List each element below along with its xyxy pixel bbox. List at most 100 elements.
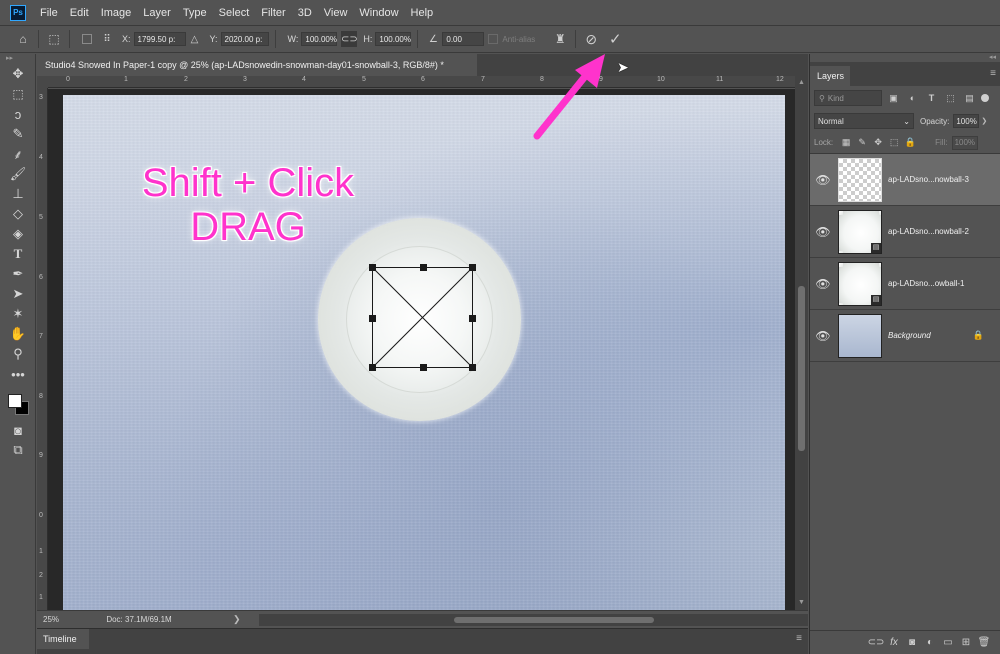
lasso-tool-icon[interactable]: ↄ bbox=[4, 104, 32, 124]
link-layers-icon[interactable]: ⊂⊃ bbox=[867, 637, 885, 648]
zoom-level[interactable]: 25% bbox=[37, 615, 76, 624]
blend-mode-select[interactable]: Normal ⌄ bbox=[814, 113, 914, 129]
screen-mode-icon[interactable]: ⧉ bbox=[4, 440, 32, 460]
visibility-eye-icon[interactable]: 👁 bbox=[810, 225, 836, 239]
quick-mask-icon[interactable]: ◙ bbox=[4, 420, 32, 440]
color-swatch[interactable] bbox=[4, 388, 32, 416]
lock-position-icon[interactable]: ✥ bbox=[871, 136, 885, 150]
horizontal-scroll-thumb[interactable] bbox=[453, 616, 654, 623]
cancel-icon[interactable]: ⊘ bbox=[582, 30, 600, 48]
menu-select[interactable]: Select bbox=[219, 7, 250, 19]
menu-help[interactable]: Help bbox=[411, 7, 434, 19]
reference-point-icon[interactable]: ⠿ bbox=[98, 30, 116, 48]
image-filter-icon[interactable]: ▣ bbox=[886, 91, 901, 106]
horizontal-scrollbar[interactable] bbox=[258, 613, 808, 626]
visibility-eye-icon[interactable]: 👁 bbox=[810, 329, 836, 343]
smart-object-filter-icon[interactable]: ▤ bbox=[962, 91, 977, 106]
visibility-eye-icon[interactable]: 👁 bbox=[810, 173, 836, 187]
more-tools-icon[interactable]: ••• bbox=[4, 364, 32, 384]
collapse-arrows-icon[interactable]: ◂◂ bbox=[810, 54, 1000, 62]
layer-name[interactable]: ap-LADsno...nowball-2 bbox=[888, 227, 969, 236]
vertical-ruler[interactable]: 3 4 5 6 7 8 9 0 1 2 1 bbox=[37, 88, 48, 610]
layer-name[interactable]: Background bbox=[888, 331, 931, 340]
lock-artboard-icon[interactable]: ⬚ bbox=[887, 136, 901, 150]
type-filter-icon[interactable]: T bbox=[924, 91, 939, 106]
scroll-up-icon[interactable]: ▲ bbox=[797, 78, 806, 88]
layer-name[interactable]: ap-LADsno...nowball-3 bbox=[888, 175, 969, 184]
warp-icon[interactable]: ♜ bbox=[551, 30, 569, 48]
lock-all-icon[interactable]: 🔒 bbox=[903, 136, 917, 150]
eraser-tool-icon[interactable]: ◇ bbox=[4, 204, 32, 224]
transform-handle-middle-left[interactable] bbox=[369, 315, 376, 322]
link-icon[interactable]: ⊂⊃ bbox=[341, 31, 358, 47]
kind-filter-select[interactable]: ⚲ Kind bbox=[814, 90, 882, 106]
menu-layer[interactable]: Layer bbox=[143, 7, 171, 19]
hand-tool-icon[interactable]: ✋ bbox=[4, 324, 32, 344]
fill-field[interactable]: 100% bbox=[951, 135, 978, 150]
transform-handle-top-center[interactable] bbox=[420, 264, 427, 271]
marquee-tool-icon[interactable]: ⬚ bbox=[4, 84, 32, 104]
width-field[interactable]: 100.00% bbox=[301, 32, 338, 46]
transform-mode-icon[interactable]: ⬚ bbox=[45, 30, 63, 48]
opacity-dropdown-icon[interactable]: ❯ bbox=[981, 117, 987, 125]
fx-icon[interactable]: fx bbox=[885, 637, 903, 648]
scroll-down-icon[interactable]: ▼ bbox=[797, 598, 806, 608]
new-layer-icon[interactable]: ⊞ bbox=[957, 637, 975, 648]
horizontal-ruler[interactable]: 0 1 2 3 4 5 6 7 8 9 10 11 12 bbox=[48, 76, 795, 88]
y-position-field[interactable]: 2020.00 p: bbox=[220, 32, 269, 46]
transform-handle-top-left[interactable] bbox=[369, 264, 376, 271]
paint-bucket-tool-icon[interactable]: ◈ bbox=[4, 224, 32, 244]
panel-menu-icon[interactable]: ≡ bbox=[796, 633, 802, 644]
lock-image-icon[interactable]: ✎ bbox=[855, 136, 869, 150]
menu-file[interactable]: File bbox=[40, 7, 58, 19]
menu-window[interactable]: Window bbox=[359, 7, 398, 19]
antialias-option[interactable]: Anti-alias bbox=[488, 34, 535, 44]
layer-row-snowball-2[interactable]: 👁 ▤ ap-LADsno...nowball-2 bbox=[810, 206, 1000, 258]
zoom-tool-icon[interactable]: ⚲ bbox=[4, 344, 32, 364]
quick-select-tool-icon[interactable]: ✎ bbox=[4, 124, 32, 144]
vertical-scrollbar[interactable]: ▲ ▼ bbox=[795, 76, 808, 610]
canvas-workspace[interactable]: Shift + Click DRAG bbox=[48, 89, 795, 610]
path-select-tool-icon[interactable]: ➤ bbox=[4, 284, 32, 304]
pen-tool-icon[interactable]: ✒ bbox=[4, 264, 32, 284]
angle-field[interactable]: 0.00 bbox=[442, 32, 485, 46]
menu-3d[interactable]: 3D bbox=[298, 7, 312, 19]
document-tab[interactable]: Studio4 Snowed In Paper-1 copy @ 25% (ap… bbox=[37, 54, 477, 76]
photoshop-logo-icon[interactable]: Ps bbox=[10, 4, 26, 21]
opacity-field[interactable]: 100% bbox=[953, 114, 980, 128]
transform-handle-bottom-right[interactable] bbox=[469, 364, 476, 371]
menu-edit[interactable]: Edit bbox=[70, 7, 89, 19]
new-group-icon[interactable]: ▭ bbox=[939, 637, 957, 648]
custom-shape-tool-icon[interactable]: ✶ bbox=[4, 304, 32, 324]
transform-bounding-box[interactable] bbox=[369, 264, 476, 371]
layer-row-snowball-3[interactable]: 👁 ap-LADsno...nowball-3 bbox=[810, 154, 1000, 206]
transform-handle-bottom-center[interactable] bbox=[420, 364, 427, 371]
transform-handle-top-right[interactable] bbox=[469, 264, 476, 271]
foreground-color[interactable] bbox=[8, 394, 22, 408]
layer-row-background[interactable]: 👁 Background 🔒 bbox=[810, 310, 1000, 362]
antialias-checkbox[interactable] bbox=[488, 34, 499, 44]
panel-menu-icon[interactable]: ≡ bbox=[990, 68, 996, 79]
move-tool-icon[interactable]: ✥ bbox=[4, 64, 32, 84]
layer-row-snowball-1[interactable]: 👁 ▤ ap-LADsno...owball-1 bbox=[810, 258, 1000, 310]
stamp-tool-icon[interactable]: ⊥ bbox=[4, 184, 32, 204]
filter-toggle[interactable] bbox=[981, 94, 989, 102]
delta-y-icon[interactable]: △ bbox=[186, 30, 204, 48]
brush-tool-icon[interactable]: 🖌 bbox=[4, 164, 32, 184]
menu-type[interactable]: Type bbox=[183, 7, 207, 19]
menu-filter[interactable]: Filter bbox=[261, 7, 285, 19]
adjustment-filter-icon[interactable]: ◐ bbox=[905, 91, 920, 106]
x-position-field[interactable]: 1799.50 p: bbox=[133, 32, 186, 46]
eyedropper-tool-icon[interactable]: ⸙ bbox=[4, 144, 32, 164]
vertical-scroll-thumb[interactable] bbox=[798, 286, 805, 451]
menu-image[interactable]: Image bbox=[101, 7, 132, 19]
menu-view[interactable]: View bbox=[324, 7, 348, 19]
reference-point-checkbox[interactable] bbox=[82, 34, 92, 44]
height-field[interactable]: 100.00% bbox=[375, 32, 412, 46]
home-icon[interactable]: ⌂ bbox=[14, 30, 32, 48]
transform-handle-bottom-left[interactable] bbox=[369, 364, 376, 371]
commit-icon[interactable]: ✓ bbox=[606, 30, 624, 48]
lock-transparent-icon[interactable]: ▦ bbox=[839, 136, 853, 150]
collapse-arrows-icon[interactable]: ▸▸ bbox=[0, 54, 35, 64]
document-canvas[interactable]: Shift + Click DRAG bbox=[63, 95, 785, 610]
